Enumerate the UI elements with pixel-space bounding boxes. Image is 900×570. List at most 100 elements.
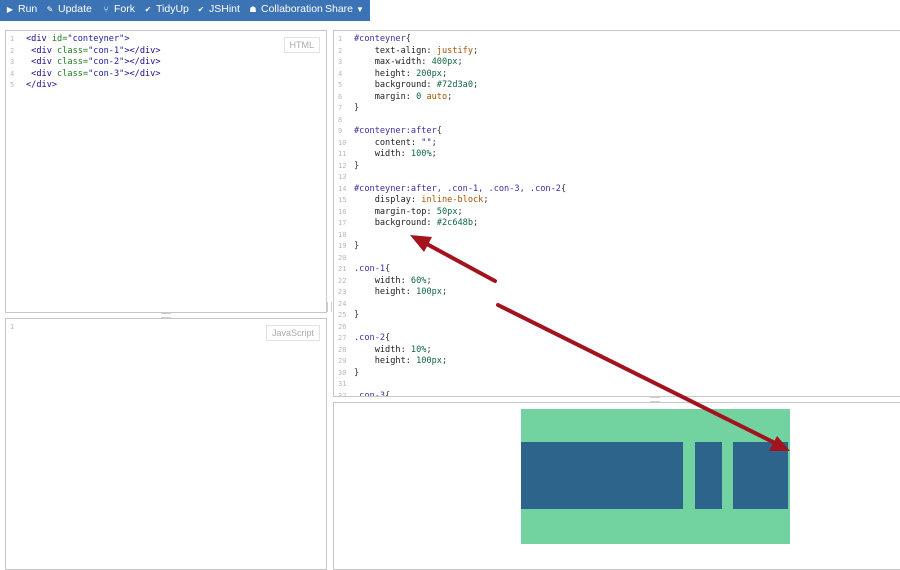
code-token: .con-1 <box>354 264 386 274</box>
code-token: .con-2 <box>354 333 386 343</box>
line-number: 3 <box>10 58 15 66</box>
code-token: { <box>385 264 391 274</box>
code-token: "con-3" <box>88 68 125 79</box>
line-text: width: 60%; <box>354 276 432 288</box>
column-resize-handle[interactable] <box>327 302 332 312</box>
result-block-con-2 <box>695 442 722 509</box>
code-token: 400px <box>431 57 458 67</box>
line-text: height: 100px; <box>354 356 447 368</box>
line-number: 21 <box>338 265 347 273</box>
code-token: ; <box>441 68 448 79</box>
line-text: <div class="con-1"></div> <box>26 45 161 58</box>
line-text: .con-3{ <box>354 391 390 397</box>
line-number: 6 <box>338 92 343 101</box>
code-token: #conteyner:after <box>354 126 437 136</box>
code-token: 100px <box>416 356 442 366</box>
code-token: id= <box>51 34 68 44</box>
code-token: ; <box>473 45 479 56</box>
code-token: 100px <box>416 287 442 297</box>
code-token: max-width: <box>354 57 432 67</box>
result-block-con-1 <box>521 442 683 509</box>
line-number: 29 <box>338 357 347 365</box>
line-text: height: 100px; <box>354 287 447 299</box>
code-token: width: <box>354 344 411 355</box>
line-text: content: ""; <box>354 138 437 150</box>
tidyup-button[interactable]: ✔ TidyUp <box>143 0 189 21</box>
line-number: 30 <box>338 368 347 377</box>
code-token: "con-1" <box>88 45 125 56</box>
code-token: class= <box>57 57 89 67</box>
jshint-button-label: JSHint <box>209 3 240 15</box>
code-token: ; <box>441 287 448 297</box>
line-number: 19 <box>338 242 347 250</box>
check-icon: ✔ <box>144 5 152 14</box>
code-token: ></div> <box>124 57 161 67</box>
line-number: 8 <box>338 115 343 124</box>
code-token: } <box>354 160 360 171</box>
code-token: background: <box>354 80 437 90</box>
line-number: 17 <box>338 219 347 227</box>
line-text: } <box>354 310 359 322</box>
update-button[interactable]: ✎ Update <box>45 0 92 21</box>
html-editor-panel[interactable]: 1 <div id="conteyner"> 2 <div class="con-1… <box>5 30 327 313</box>
line-text: #conteyner:after{ <box>354 126 442 138</box>
code-token: content: <box>354 137 422 148</box>
js-editor-panel[interactable]: 1 JavaScript <box>5 318 327 570</box>
jshint-button[interactable]: ✔ JSHint <box>196 0 240 21</box>
code-token: "con-2" <box>88 57 125 67</box>
code-token: width: <box>354 275 411 286</box>
line-number: 14 <box>338 184 347 193</box>
line-number: 11 <box>338 150 347 158</box>
line-number: 25 <box>338 311 347 319</box>
code-token: #conteyner:after, .con-1, .con-3, .con-2 <box>354 183 561 194</box>
code-token: class= <box>57 68 89 79</box>
line-text: background: #72d3a0; <box>354 80 479 92</box>
code-token: ; <box>431 137 437 148</box>
css-editor-panel[interactable]: 1 #conteyner{2 text-align: justify; 3 max-… <box>333 30 900 397</box>
check-icon: ✔ <box>197 5 205 14</box>
line-number: 2 <box>338 46 343 55</box>
line-number: 26 <box>338 322 347 331</box>
line-text: max-width: 400px; <box>354 57 463 69</box>
line-text: } <box>354 368 359 380</box>
line-text: background: #2c648b; <box>354 218 479 230</box>
code-token: </div> <box>26 80 58 90</box>
line-number: 10 <box>338 138 347 147</box>
result-block-con-3 <box>733 442 788 509</box>
code-token: { <box>385 333 391 343</box>
code-token: { <box>436 126 442 136</box>
code-token: <div <box>26 68 58 79</box>
code-token: class= <box>57 45 89 56</box>
code-token: text-align: <box>354 45 437 56</box>
run-button-label: Run <box>18 3 38 15</box>
code-token: justify <box>436 45 474 56</box>
code-token: ; <box>447 91 453 102</box>
run-button[interactable]: ▶ Run <box>5 0 37 21</box>
code-token: ></div> <box>124 45 161 56</box>
share-button[interactable]: Share ▼ <box>325 0 364 21</box>
line-number: 9 <box>338 127 343 135</box>
line-number: 1 <box>10 323 15 331</box>
code-token: 200px <box>416 68 442 79</box>
people-icon: ☗ <box>249 5 257 14</box>
line-number: 4 <box>10 69 15 78</box>
code-token: ; <box>473 80 479 90</box>
code-token: "conteyner" <box>67 34 125 44</box>
code-token: > <box>124 34 130 44</box>
code-token: <div <box>26 34 52 44</box>
code-token: background: <box>354 218 437 228</box>
code-token: ></div> <box>124 68 161 79</box>
code-token: display: <box>354 195 422 205</box>
line-number: 31 <box>338 380 347 388</box>
code-token: ; <box>473 218 479 228</box>
code-token: height: <box>354 356 417 366</box>
code-token: 50px <box>436 206 458 217</box>
js-panel-label: JavaScript <box>265 325 320 341</box>
line-number: 2 <box>10 46 15 55</box>
code-token: #72d3a0 <box>436 80 474 90</box>
collaboration-button[interactable]: ☗ Collaboration <box>248 0 322 21</box>
code-token: auto <box>426 91 448 102</box>
fork-button[interactable]: ⑂ Fork <box>101 0 135 21</box>
code-token: height: <box>354 68 417 79</box>
code-token: inline-block <box>421 195 484 205</box>
